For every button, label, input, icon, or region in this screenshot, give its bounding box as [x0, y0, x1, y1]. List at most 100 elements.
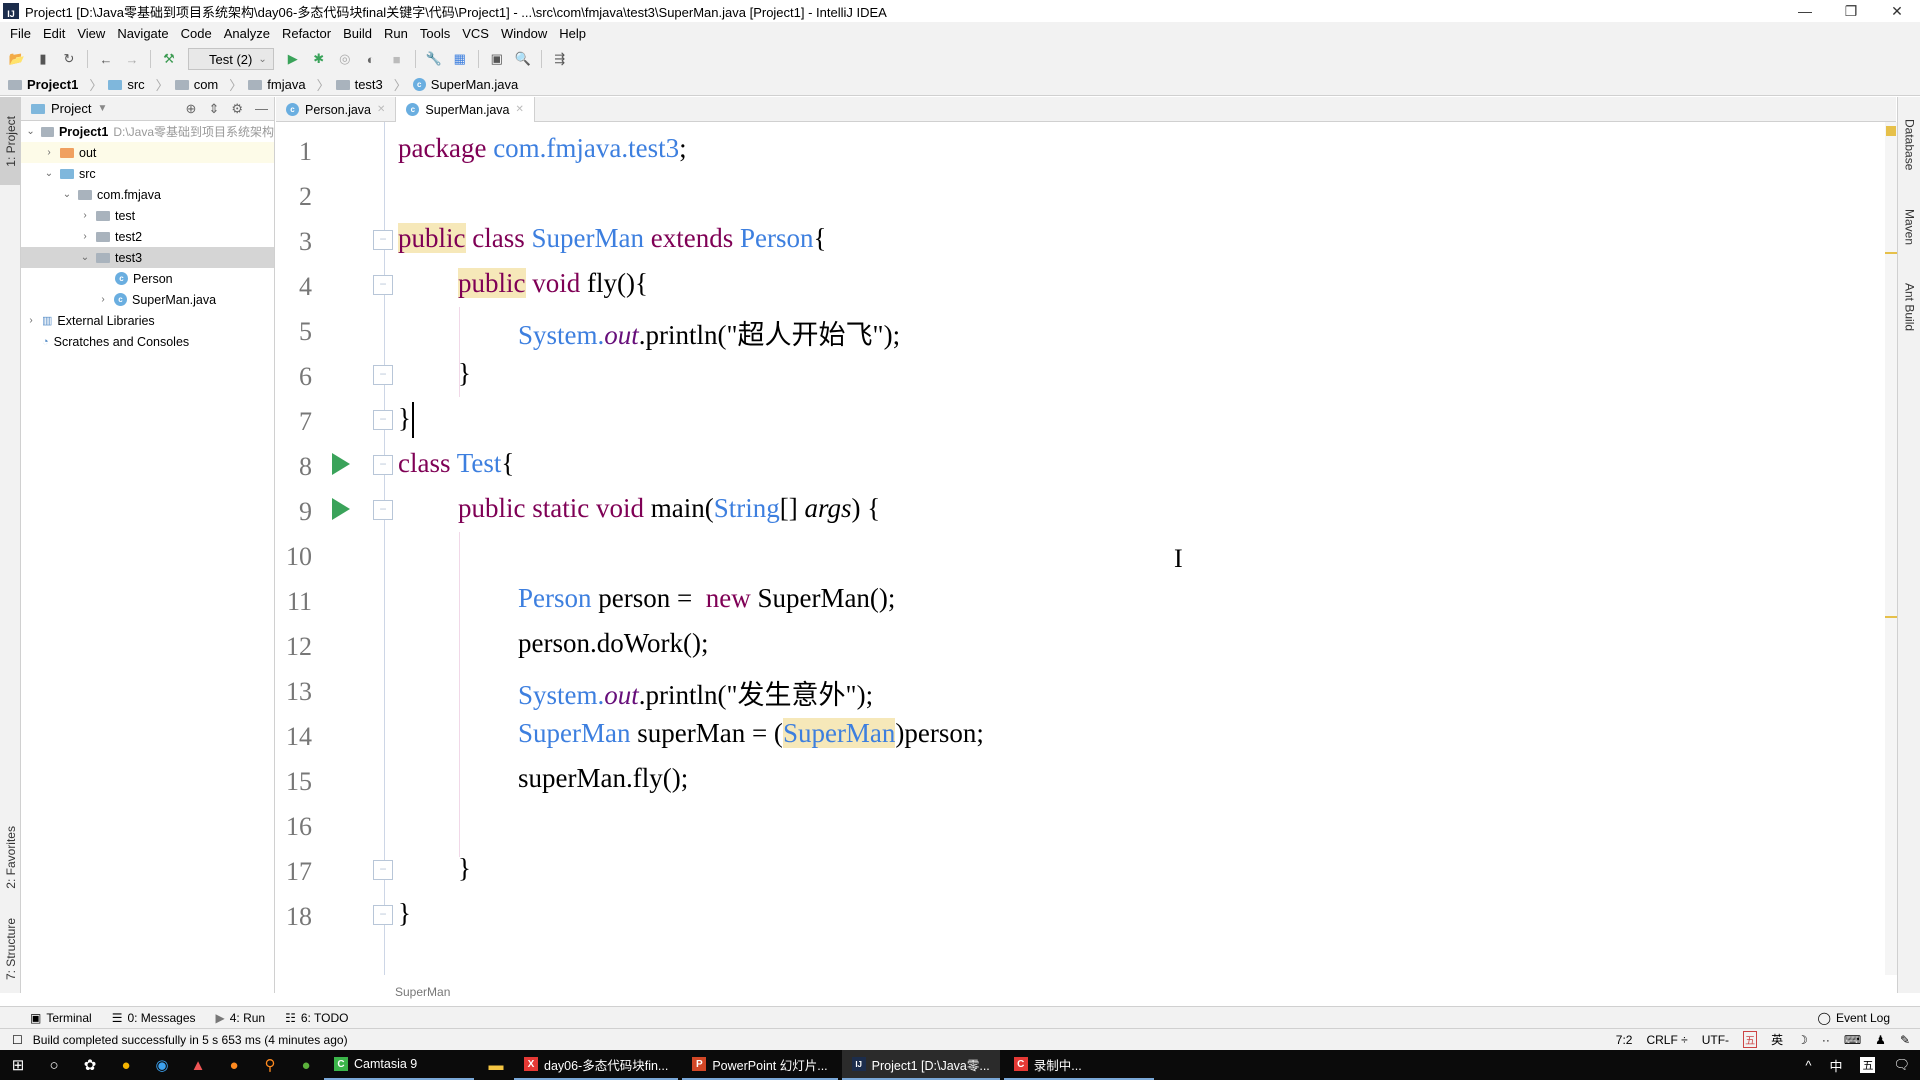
hide-icon[interactable]: — — [255, 101, 268, 117]
crumb-project[interactable]: Project1 〉 — [8, 75, 102, 94]
menu-view[interactable]: View — [71, 26, 111, 41]
crumb-com[interactable]: com 〉 — [174, 75, 242, 94]
project-view-select[interactable]: Project — [51, 101, 91, 116]
crumb-fmjava[interactable]: fmjava 〉 — [248, 75, 330, 94]
taskbar-camtasia[interactable]: C Camtasia 9 — [324, 1050, 474, 1080]
chevron-down-icon[interactable]: ⌄ — [79, 252, 91, 263]
build-hammer-icon[interactable]: ⚒ — [158, 48, 180, 70]
chrome-icon[interactable]: ● — [108, 1050, 144, 1080]
tool-tab-favorites[interactable]: 2: Favorites — [0, 812, 21, 902]
taskbar-xmind[interactable]: Xday06-多态代码块fin... — [514, 1050, 679, 1080]
tree-item-project1[interactable]: ⌄ Project1 D:\Java零基础到项目系统架构 — [21, 121, 274, 142]
taskbar-powerpoint[interactable]: P PowerPoint 幻灯片... — [682, 1050, 838, 1080]
open-icon[interactable]: 📂 — [6, 48, 28, 70]
menu-tools[interactable]: Tools — [414, 26, 456, 41]
chevron-right-icon[interactable]: › — [79, 231, 91, 242]
close-button[interactable]: ✕ — [1874, 0, 1920, 22]
menu-run[interactable]: Run — [378, 26, 414, 41]
menu-help[interactable]: Help — [553, 26, 592, 41]
menu-analyze[interactable]: Analyze — [218, 26, 276, 41]
keyboard-icon[interactable]: ⌨ — [1844, 1033, 1861, 1047]
stop-icon[interactable]: ■ — [386, 48, 408, 70]
input-language-icon[interactable]: 中 — [1829, 1056, 1842, 1075]
chevron-right-icon[interactable]: › — [25, 315, 37, 326]
user-icon[interactable]: ♟ — [1875, 1033, 1886, 1047]
caret-position[interactable]: 7:2 — [1616, 1033, 1633, 1047]
crumb-test3[interactable]: test3 〉 — [335, 75, 407, 94]
fold-icon[interactable]: − — [373, 455, 393, 475]
chevron-right-icon[interactable]: › — [43, 147, 55, 158]
file-explorer-icon[interactable]: ▬ — [478, 1050, 514, 1080]
ime-mode-icon[interactable]: 五 — [1743, 1031, 1758, 1048]
chevron-down-icon[interactable]: ⌄ — [61, 189, 73, 200]
menu-vcs[interactable]: VCS — [456, 26, 495, 41]
restore-button[interactable]: ❐ — [1828, 0, 1874, 22]
menu-edit[interactable]: Edit — [37, 26, 71, 41]
chevron-down-icon[interactable]: ▼ — [97, 103, 107, 114]
save-icon[interactable]: ▮ — [32, 48, 54, 70]
tool-tab-maven[interactable]: Maven — [1898, 197, 1920, 257]
error-stripe[interactable] — [1885, 122, 1897, 975]
tray-expand-icon[interactable]: ^ — [1805, 1058, 1811, 1073]
tree-item-src[interactable]: ⌄ src — [21, 163, 274, 184]
task-view-icon[interactable]: ✿ — [72, 1050, 108, 1080]
tree-item-out[interactable]: › out — [21, 142, 274, 163]
chevron-right-icon[interactable]: › — [79, 210, 91, 221]
run-icon[interactable]: ▶ — [282, 48, 304, 70]
firefox-icon[interactable]: ● — [216, 1050, 252, 1080]
line-separator-select[interactable]: CRLF ÷ — [1646, 1033, 1687, 1047]
fold-icon[interactable]: − — [373, 365, 393, 385]
tool-tab-ant-build[interactable]: Ant Build — [1898, 267, 1920, 347]
fold-icon[interactable]: − — [373, 500, 393, 520]
chevron-right-icon[interactable]: › — [97, 294, 109, 305]
coverage-icon[interactable]: ◎ — [334, 48, 356, 70]
stripe-marker[interactable] — [1885, 252, 1897, 254]
code-editor[interactable]: 1 2 3 4 5 6 7 8 9 10 11 12 13 14 15 16 1… — [276, 122, 1896, 975]
tool-tab-database[interactable]: Database — [1898, 105, 1920, 185]
close-icon[interactable]: ✕ — [515, 104, 523, 115]
tree-item-scratches[interactable]: ◔ Scratches and Consoles — [21, 331, 274, 352]
menu-window[interactable]: Window — [495, 26, 553, 41]
collapse-all-icon[interactable]: ⇕ — [208, 101, 219, 117]
menu-file[interactable]: File — [4, 26, 37, 41]
tab-person-java[interactable]: c Person.java ✕ — [276, 97, 397, 122]
close-icon[interactable]: ✕ — [377, 104, 385, 115]
menu-build[interactable]: Build — [337, 26, 378, 41]
tab-superman-java[interactable]: c SuperMan.java ✕ — [396, 97, 535, 122]
fold-icon[interactable]: − — [373, 275, 393, 295]
run-gutter-icon[interactable] — [332, 498, 350, 520]
tree-item-external-libraries[interactable]: › ▥ External Libraries — [21, 310, 274, 331]
tree-item-test[interactable]: › test — [21, 205, 274, 226]
status-message[interactable]: Build completed successfully in 5 s 653 … — [33, 1033, 348, 1047]
fold-icon[interactable]: − — [373, 905, 393, 925]
crumb-src[interactable]: src 〉 — [108, 75, 169, 94]
gear-icon[interactable]: ⚙ — [231, 101, 243, 117]
ime-icon[interactable]: 五 — [1860, 1057, 1876, 1073]
minimize-button[interactable]: — — [1782, 0, 1828, 22]
ime-lang-icon[interactable]: 英 — [1771, 1031, 1783, 1048]
status-toggle-icon[interactable]: ☐ — [12, 1033, 23, 1047]
wechat-icon[interactable]: ● — [288, 1050, 324, 1080]
project-structure-icon[interactable]: ▦ — [449, 48, 471, 70]
tree-item-superman-java[interactable]: › c SuperMan.java — [21, 289, 274, 310]
tree-item-com-fmjava[interactable]: ⌄ com.fmjava — [21, 184, 274, 205]
debug-icon[interactable]: ✱ — [308, 48, 330, 70]
stripe-marker[interactable] — [1885, 616, 1897, 618]
tool-tab-project[interactable]: 1: Project — [0, 97, 21, 185]
tool-tab-structure[interactable]: 7: Structure — [0, 907, 21, 992]
qq-browser-icon[interactable]: ◉ — [144, 1050, 180, 1080]
vcs-icon[interactable]: ⇶ — [549, 48, 571, 70]
app-icon[interactable]: ▲ — [180, 1050, 216, 1080]
cortana-icon[interactable]: ○ — [36, 1050, 72, 1080]
editor-breadcrumb[interactable]: SuperMan — [395, 985, 450, 999]
locate-icon[interactable]: ⊕ — [186, 101, 197, 117]
back-icon[interactable]: ← — [95, 48, 117, 70]
ime-halfwidth-icon[interactable]: ☽ — [1797, 1033, 1808, 1047]
sync-icon[interactable]: ↻ — [58, 48, 80, 70]
search-app-icon[interactable]: ⚲ — [252, 1050, 288, 1080]
encoding-select[interactable]: UTF- — [1702, 1033, 1729, 1047]
tree-item-test3[interactable]: ⌄ test3 — [21, 247, 274, 268]
taskbar-recording[interactable]: C 录制中... — [1003, 1050, 1154, 1080]
tool-window-todo[interactable]: ☷ 6: TODO — [285, 1011, 348, 1025]
chevron-down-icon[interactable]: ⌄ — [43, 168, 55, 179]
